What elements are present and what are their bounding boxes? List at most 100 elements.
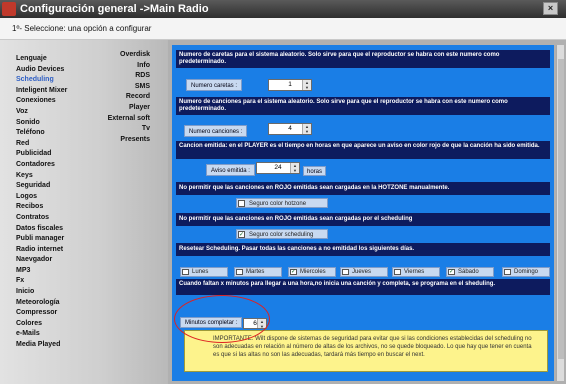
down-arrow-icon[interactable]: ▼ [303,129,311,134]
day-checkbox-martes[interactable]: Martes [234,267,282,277]
notice-canciones: Numero de canciones para el sistema alea… [176,97,550,115]
sidebar-item-keys[interactable]: Keys [16,171,67,182]
aviso-stepper[interactable]: ▲ ▼ [290,163,299,173]
caretas-stepper[interactable]: ▲ ▼ [302,80,311,90]
day-check-box[interactable] [342,269,349,275]
aviso-label: Aviso emitida : [206,164,255,176]
sidebar-item-external-soft[interactable]: External soft [100,114,150,125]
notice-hotzone: No permitir que las canciones en ROJO em… [176,182,550,195]
sidebar-item-fx[interactable]: Fx [16,276,67,287]
notice-minutos: Cuando faltan x minutos para llegar a un… [176,279,550,295]
day-label: Miercoles [300,269,326,275]
sidebar-item-audio-devices[interactable]: Audio Devices [16,65,67,76]
sidebar-item-seguridad[interactable]: Seguridad [16,181,67,192]
hotzone-check-label: Seguro color hotzone [249,201,307,207]
notice-reset: Resetear Scheduling. Pasar todas las can… [176,243,550,256]
notice-aviso: Cancion emitida: en el PLAYER es el tiem… [176,141,550,159]
window-title: Configuración general ->Main Radio [20,3,209,15]
sidebar-item-radio-internet[interactable]: Radio internet [16,245,67,256]
day-check-box[interactable] [182,269,189,275]
aviso-value: 24 [274,164,282,171]
day-check-box[interactable]: ✓ [290,269,297,275]
caretas-value: 1 [288,81,292,88]
sidebar-item-red[interactable]: Red [16,139,67,150]
content-area: Numero de caretas para el sistema aleato… [168,40,566,384]
caretas-spinner[interactable]: 1 ▲ ▼ [268,79,312,91]
sidebar-item-publi-manager[interactable]: Publi manager [16,234,67,245]
hotzone-checkbox[interactable]: Seguro color hotzone [236,198,328,208]
sidebar-item-sms[interactable]: SMS [100,82,150,93]
sidebar-item-overdisk[interactable]: Overdisk [100,50,150,61]
sidebar-item-recibos[interactable]: Recibos [16,202,67,213]
hotzone-check-box[interactable] [238,200,245,207]
day-check-box[interactable] [236,269,243,275]
sidebar-item-colores[interactable]: Colores [16,319,67,330]
canciones-spinner[interactable]: 4 ▲ ▼ [268,123,312,135]
section-header: 1º- Seleccione: una opción a configurar [0,18,566,40]
sidebar-item-meteorolog-a[interactable]: Meteorología [16,298,67,309]
scheduling-checkbox[interactable]: ✓ Seguro color scheduling [236,229,328,239]
scrollbar-thumb[interactable] [558,59,564,359]
scheduling-check-box[interactable]: ✓ [238,231,245,238]
sidebar-item-compressor[interactable]: Compressor [16,308,67,319]
day-checkbox-miercoles[interactable]: ✓ Miercoles [288,267,336,277]
day-label: Viernes [404,269,425,275]
sidebar-item-presents[interactable]: Presents [100,135,150,146]
notice-scheduling: No permitir que las canciones en ROJO em… [176,213,550,226]
sidebar-item-rds[interactable]: RDS [100,71,150,82]
sidebar-item-contadores[interactable]: Contadores [16,160,67,171]
sidebar-item-e-mails[interactable]: e-Mails [16,329,67,340]
sidebar-item-contratos[interactable]: Contratos [16,213,67,224]
scheduling-check-label: Seguro color scheduling [249,232,314,238]
day-checkbox-domingo[interactable]: Domingo [502,267,550,277]
day-label: Jueves [352,269,372,275]
day-checkbox-s-bado[interactable]: ✓ Sábado [446,267,494,277]
sidebar-item-lenguaje[interactable]: Lenguaje [16,54,67,65]
day-checkbox-lunes[interactable]: Lunes [180,267,228,277]
sidebar-item-conexiones[interactable]: Conexiones [16,96,67,107]
down-arrow-icon[interactable]: ▼ [303,85,311,90]
caretas-label: Numero caretas : [186,79,243,91]
day-check-box[interactable]: ✓ [448,269,455,275]
day-check-box[interactable] [504,269,511,275]
days-row: Lunes Martes ✓ Miercoles Jueves Viernes ✓ Sábad… [176,267,550,277]
notice-caretas: Numero de caretas para el sistema aleato… [176,50,550,68]
sidebar-item-tel-fono[interactable]: Teléfono [16,128,67,139]
aviso-unit: horas [303,166,327,176]
highlight-oval [174,295,270,343]
close-button[interactable]: × [543,2,558,15]
sidebar-item-logos[interactable]: Logos [16,192,67,203]
canciones-value: 4 [288,125,292,132]
sidebar-item-voz[interactable]: Voz [16,107,67,118]
sidebar-item-naevgador[interactable]: Naevgador [16,255,67,266]
vertical-scrollbar[interactable] [556,45,564,381]
canciones-stepper[interactable]: ▲ ▼ [302,124,311,134]
config-window: Configuración general ->Main Radio × 1º-… [0,0,566,384]
sidebar-item-record[interactable]: Record [100,92,150,103]
sidebar: Lenguaje Audio Devices Scheduling Inteligen… [0,40,168,384]
sidebar-item-datos-fiscales[interactable]: Datos fiscales [16,224,67,235]
day-checkbox-viernes[interactable]: Viernes [392,267,440,277]
day-checkbox-jueves[interactable]: Jueves [340,267,388,277]
canciones-label: Numero canciones : [184,125,248,137]
aviso-spinner[interactable]: 24 ▲ ▼ [256,162,300,174]
day-check-box[interactable] [394,269,401,275]
sidebar-item-player[interactable]: Player [100,103,150,114]
day-label: Lunes [192,269,209,275]
sidebar-item-inteligent-mixer[interactable]: Inteligent Mixer [16,86,67,97]
down-arrow-icon[interactable]: ▼ [291,168,299,173]
sidebar-item-inicio[interactable]: Inicio [16,287,67,298]
sidebar-right-menu: Overdisk Info RDS SMS Record Player External s… [100,50,150,145]
sidebar-item-media-played[interactable]: Media Played [16,340,67,351]
sidebar-item-mp3[interactable]: MP3 [16,266,67,277]
sidebar-item-info[interactable]: Info [100,61,150,72]
sidebar-item-sonido[interactable]: Sonido [16,118,67,129]
sidebar-left-menu: Lenguaje Audio Devices Scheduling Inteligen… [16,54,67,351]
day-label: Domingo [514,269,539,275]
app-icon [2,2,16,16]
sidebar-item-publicidad[interactable]: Publicidad [16,149,67,160]
sidebar-item-tv[interactable]: Tv [100,124,150,135]
sidebar-item-scheduling[interactable]: Scheduling [16,75,67,86]
day-label: Martes [246,269,265,275]
scheduling-panel: Numero de caretas para el sistema aleato… [172,45,554,381]
